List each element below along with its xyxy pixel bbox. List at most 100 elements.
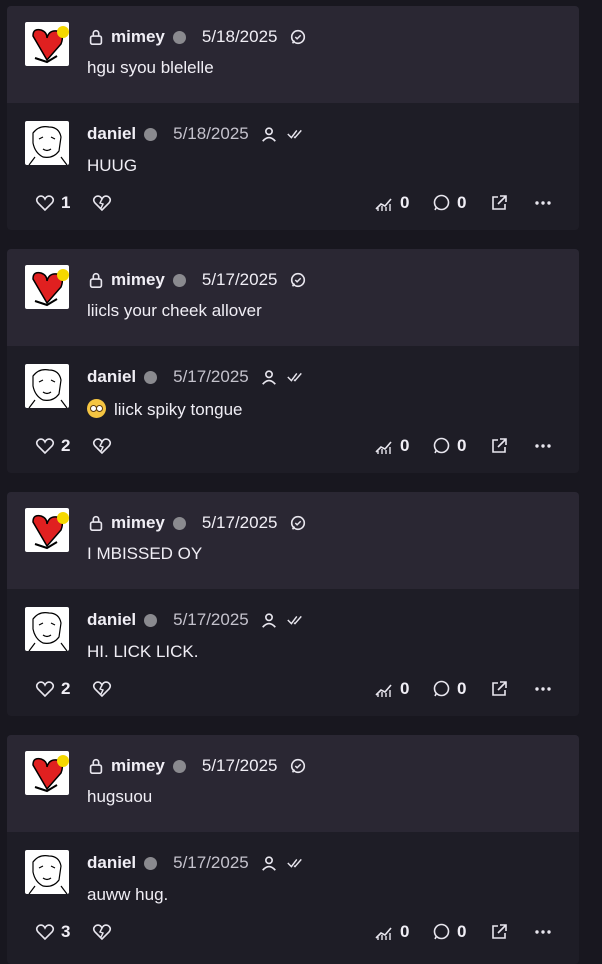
like-count: 2 [61, 679, 71, 698]
views-count: 0 [400, 193, 410, 212]
post-meta: mimey 5/17/2025 [87, 512, 307, 534]
comment-icon [433, 437, 450, 454]
user-icon[interactable] [260, 611, 278, 629]
unlike-button[interactable] [92, 921, 112, 943]
like-button[interactable]: 1 [35, 192, 70, 214]
views-stat: 0 [374, 678, 409, 700]
pleading-face-emoji [87, 399, 106, 418]
status-dot [144, 613, 158, 627]
post-date: 5/18/2025 [173, 124, 249, 143]
post-meta: daniel 5/17/2025 [87, 366, 304, 388]
avatar[interactable] [25, 850, 69, 894]
comments-button[interactable]: 0 [431, 192, 466, 214]
post-text-content: liick spiky tongue [114, 400, 243, 419]
external-link-icon [492, 195, 507, 210]
comment-icon [433, 923, 450, 940]
views-count: 0 [400, 436, 410, 455]
unlike-button[interactable] [92, 678, 112, 700]
like-count: 1 [61, 193, 71, 212]
reply-post[interactable]: daniel 5/17/2025 HI. LICK LICK. 2 0 0 [7, 589, 579, 716]
reply-post[interactable]: daniel 5/17/2025 auww hug. 3 0 0 [7, 832, 579, 964]
comments-count: 0 [457, 922, 467, 941]
share-button[interactable] [489, 435, 509, 457]
heart-icon [35, 681, 55, 698]
more-button[interactable] [533, 678, 553, 700]
parent-post[interactable]: mimey 5/17/2025 I MBISSED OY [7, 492, 579, 589]
author-name[interactable]: daniel [87, 124, 136, 144]
like-count: 3 [61, 922, 71, 941]
comments-count: 0 [457, 193, 467, 212]
author-name[interactable]: mimey [111, 27, 165, 47]
author-name[interactable]: daniel [87, 853, 136, 873]
action-bar: 3 0 0 [7, 913, 579, 959]
parent-post[interactable]: mimey 5/18/2025 hgu syou blelelle [7, 6, 579, 103]
author-name[interactable]: mimey [111, 270, 165, 290]
parent-post[interactable]: mimey 5/17/2025 liicls your cheek allove… [7, 249, 579, 346]
lock-icon [89, 515, 103, 532]
chat-bubble-icon[interactable] [289, 271, 307, 289]
post-text: liicls your cheek allover [87, 301, 262, 320]
thread: mimey 5/17/2025 liicls your cheek allove… [7, 249, 579, 473]
user-icon[interactable] [260, 368, 278, 386]
comments-button[interactable]: 0 [431, 435, 466, 457]
like-button[interactable]: 2 [35, 678, 70, 700]
share-button[interactable] [489, 192, 509, 214]
heart-icon [35, 924, 55, 941]
more-button[interactable] [533, 435, 553, 457]
parent-post[interactable]: mimey 5/17/2025 hugsuou [7, 735, 579, 832]
share-button[interactable] [489, 678, 509, 700]
unlike-button[interactable] [92, 192, 112, 214]
post-date: 5/17/2025 [173, 610, 249, 629]
double-check-icon [287, 615, 302, 625]
post-meta: daniel 5/18/2025 [87, 123, 304, 145]
post-text: liick spiky tongue [87, 399, 243, 420]
like-button[interactable]: 3 [35, 921, 70, 943]
views-stat: 0 [374, 192, 409, 214]
author-name[interactable]: mimey [111, 756, 165, 776]
author-name[interactable]: daniel [87, 367, 136, 387]
chat-bubble-icon[interactable] [289, 28, 307, 46]
avatar[interactable] [25, 751, 69, 795]
reply-post[interactable]: daniel 5/18/2025 HUUG 1 0 0 [7, 103, 579, 230]
comments-count: 0 [457, 679, 467, 698]
thread: mimey 5/17/2025 hugsuou daniel 5/17/2025… [7, 735, 579, 964]
comment-icon [433, 194, 450, 211]
avatar[interactable] [25, 607, 69, 651]
avatar[interactable] [25, 22, 69, 66]
avatar[interactable] [25, 265, 69, 309]
avatar[interactable] [25, 364, 69, 408]
external-link-icon [492, 438, 507, 453]
reply-post[interactable]: daniel 5/17/2025 liick spiky tongue 2 0 … [7, 346, 579, 473]
author-name[interactable]: mimey [111, 513, 165, 533]
share-button[interactable] [489, 921, 509, 943]
post-text: auww hug. [87, 885, 169, 904]
status-dot [144, 370, 158, 384]
status-dot [144, 856, 158, 870]
chat-bubble-icon[interactable] [289, 514, 307, 532]
more-icon [535, 444, 551, 448]
like-button[interactable]: 2 [35, 435, 70, 457]
more-button[interactable] [533, 921, 553, 943]
post-meta: mimey 5/18/2025 [87, 26, 307, 48]
double-check-icon [287, 372, 302, 382]
user-icon[interactable] [260, 854, 278, 872]
action-bar: 2 0 0 [7, 427, 579, 473]
avatar[interactable] [25, 508, 69, 552]
user-icon[interactable] [260, 125, 278, 143]
comments-button[interactable]: 0 [431, 678, 466, 700]
post-text: hugsuou [87, 787, 153, 806]
author-name[interactable]: daniel [87, 610, 136, 630]
status-dot [172, 516, 186, 530]
more-button[interactable] [533, 192, 553, 214]
thread: mimey 5/18/2025 hgu syou blelelle daniel… [7, 6, 579, 230]
views-stat: 0 [374, 435, 409, 457]
post-date: 5/17/2025 [201, 270, 278, 289]
avatar[interactable] [25, 121, 69, 165]
chat-bubble-icon[interactable] [289, 757, 307, 775]
post-meta: daniel 5/17/2025 [87, 852, 304, 874]
thread: mimey 5/17/2025 I MBISSED OY daniel 5/17… [7, 492, 579, 716]
unlike-button[interactable] [92, 435, 112, 457]
chart-icon [375, 927, 392, 940]
post-meta: mimey 5/17/2025 [87, 755, 307, 777]
comments-button[interactable]: 0 [431, 921, 466, 943]
